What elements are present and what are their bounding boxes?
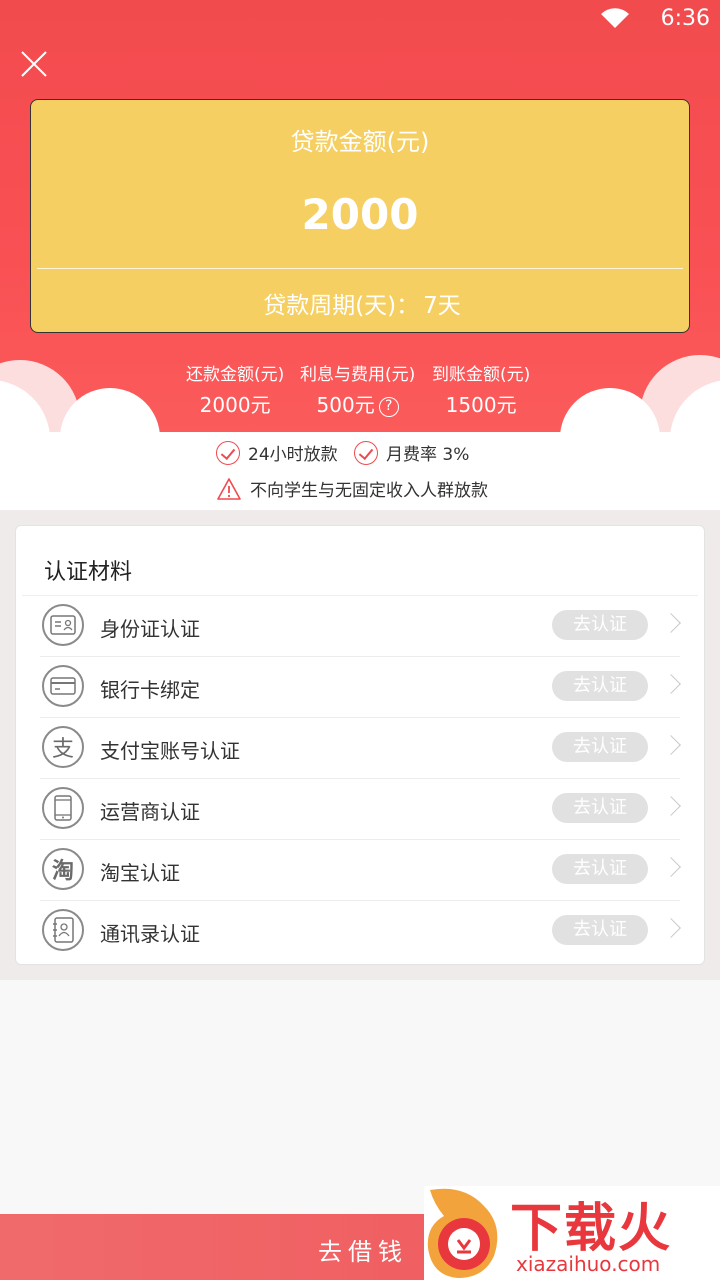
- repay-amount-label: 还款金额(元): [186, 365, 285, 385]
- interest-fee-label: 利息与费用(元): [300, 365, 416, 385]
- taobao-glyph: 淘: [51, 859, 74, 884]
- borrow-button-label: 去借钱: [318, 1238, 408, 1266]
- interest-fee-col: 利息与费用(元) 500元?: [300, 360, 415, 418]
- flame-logo-icon: [427, 1188, 498, 1278]
- close-button[interactable]: [18, 48, 50, 80]
- go-verify-button[interactable]: 去认证: [552, 671, 648, 701]
- warning-icon: [217, 477, 241, 500]
- watermark-brand: 下载火: [510, 1199, 673, 1259]
- go-verify-button[interactable]: 去认证: [552, 610, 648, 640]
- cert-label: 淘宝认证: [100, 861, 180, 885]
- cert-label: 身份证认证: [100, 617, 200, 641]
- received-amount-value: 1500元: [445, 393, 517, 417]
- alipay-glyph: 支: [51, 737, 74, 762]
- phone-icon: [42, 787, 84, 829]
- contacts-icon: [42, 909, 84, 951]
- check-icon: [216, 440, 240, 465]
- cert-label: 银行卡绑定: [100, 678, 200, 702]
- interest-fee-row: 500元?: [300, 389, 415, 418]
- go-verify-button[interactable]: 去认证: [552, 793, 648, 823]
- repay-amount-col: 还款金额(元) 2000元: [186, 360, 284, 418]
- alipay-icon: 支: [42, 726, 84, 768]
- loan-amount-card: 贷款金额(元) 2000 贷款周期(天)： 7天: [30, 99, 690, 333]
- loan-amount-value: 2000: [301, 190, 419, 239]
- cert-item-alipay[interactable]: 支 支付宝账号认证 去认证: [40, 718, 681, 779]
- certification-card: 认证材料 身份证认证 去认证 银行卡绑定 去认证 支 支付宝账号认证 去认证 运…: [15, 525, 705, 965]
- feature-monthly-rate: 月费率 3%: [354, 440, 469, 465]
- go-verify-button[interactable]: 去认证: [552, 732, 648, 762]
- status-time: 6:36: [660, 6, 710, 31]
- bank-card-icon: [42, 665, 84, 707]
- chevron-right-icon: [661, 674, 681, 694]
- help-icon[interactable]: ?: [378, 397, 399, 417]
- warning-notice: 不向学生与无固定收入人群放款: [216, 476, 488, 501]
- chevron-right-icon: [661, 918, 681, 938]
- go-verify-button[interactable]: 去认证: [552, 854, 648, 884]
- cert-item-id-card[interactable]: 身份证认证 去认证: [40, 596, 681, 657]
- cert-item-contacts[interactable]: 通讯录认证 去认证: [40, 901, 681, 962]
- card-divider: [37, 268, 683, 269]
- chevron-right-icon: [661, 796, 681, 816]
- cert-item-carrier[interactable]: 运营商认证 去认证: [40, 779, 681, 840]
- feature-24h: 24小时放款: [216, 440, 338, 465]
- chevron-right-icon: [661, 735, 681, 755]
- taobao-icon: 淘: [42, 848, 84, 890]
- cert-item-taobao[interactable]: 淘 淘宝认证 去认证: [40, 840, 681, 901]
- cert-label: 通讯录认证: [100, 922, 200, 946]
- wifi-icon: [600, 8, 630, 34]
- cert-item-bank-card[interactable]: 银行卡绑定 去认证: [40, 657, 681, 718]
- loan-period-label: 贷款周期(天)：: [263, 293, 420, 319]
- hero-header: 6:36 贷款金额(元) 2000 贷款周期(天)： 7天 还款金额(元) 200…: [0, 0, 720, 432]
- received-amount-label: 到账金额(元): [432, 365, 531, 385]
- cert-label: 运营商认证: [100, 800, 200, 824]
- loan-period: 贷款周期(天)： 7天: [31, 286, 689, 320]
- close-icon: [21, 51, 47, 77]
- cert-label: 支付宝账号认证: [100, 739, 240, 763]
- warning-text: 不向学生与无固定收入人群放款: [250, 481, 488, 501]
- features-panel: 24小时放款 月费率 3% 不向学生与无固定收入人群放款: [0, 432, 720, 510]
- go-verify-button[interactable]: 去认证: [552, 915, 648, 945]
- id-card-icon: [42, 604, 84, 646]
- certification-title: 认证材料: [44, 560, 133, 585]
- status-bar: 6:36: [0, 0, 720, 40]
- chevron-right-icon: [661, 857, 681, 877]
- watermark-logo: 下载火 xiazaihuo.com: [424, 1186, 720, 1280]
- loan-amount-label: 贷款金额(元): [290, 128, 430, 156]
- watermark-domain: xiazaihuo.com: [516, 1252, 661, 1276]
- loan-period-value: 7天: [423, 293, 461, 319]
- feature-label: 24小时放款: [248, 445, 338, 465]
- received-amount-col: 到账金额(元) 1500元: [432, 360, 530, 418]
- feature-label: 月费率 3%: [386, 445, 470, 465]
- repay-amount-value: 2000元: [199, 393, 271, 417]
- check-icon: [354, 440, 378, 465]
- interest-fee-value: 500元: [316, 393, 375, 417]
- chevron-right-icon: [661, 613, 681, 633]
